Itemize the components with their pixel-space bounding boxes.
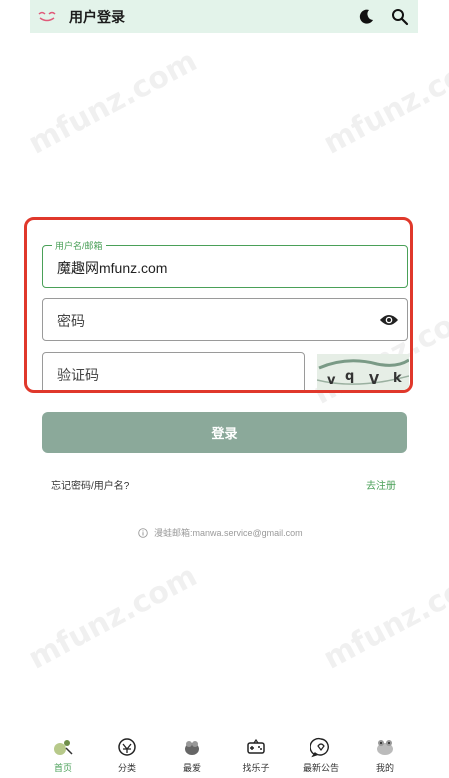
forgot-password-link[interactable]: 忘记密码/用户名? <box>51 477 129 492</box>
watermark: mfunz.com <box>22 558 203 677</box>
password-field[interactable]: 密码 <box>42 298 408 341</box>
favorite-icon <box>185 741 199 755</box>
info-icon <box>138 527 148 538</box>
captcha-field[interactable]: 验证码 <box>42 352 305 390</box>
nav-item-home[interactable]: 首页 <box>35 736 91 776</box>
nav-label-announcement: 最新公告 <box>302 763 339 773</box>
captcha-placeholder: 验证码 <box>57 367 99 383</box>
game-icon <box>247 738 265 754</box>
search-icon[interactable] <box>390 7 410 27</box>
nav-label-home: 首页 <box>53 763 72 773</box>
nav-label-profile: 我的 <box>375 763 394 773</box>
profile-icon <box>377 740 393 755</box>
announcement-icon <box>310 737 329 758</box>
username-label: 用户名/邮箱 <box>52 239 106 252</box>
username-value: 魔趣网mfunz.com <box>57 260 168 276</box>
contact-info: 漫蛙邮箱:manwa.service@gmail.com <box>138 526 303 539</box>
app-header: 用户登录 <box>30 0 418 33</box>
nav-item-profile[interactable]: 我的 <box>357 736 413 776</box>
watermark: mfunz.com <box>317 558 449 677</box>
page-title: 用户登录 <box>69 8 125 25</box>
nav-label-favorite: 最爱 <box>182 763 201 773</box>
login-button[interactable]: 登录 <box>42 412 407 453</box>
nav-item-favorite[interactable]: 最爱 <box>164 736 220 776</box>
register-link[interactable]: 去注册 <box>366 477 396 492</box>
contact-text: 漫蛙邮箱:manwa.service@gmail.com <box>154 528 303 538</box>
nav-label-game: 找乐子 <box>242 763 270 773</box>
nav-label-category: 分类 <box>117 763 136 773</box>
svg-text:k: k <box>393 371 402 386</box>
svg-text:q: q <box>345 369 354 384</box>
login-form-highlight: 用户名/邮箱 魔趣网mfunz.com 密码 验证码 v q V k <box>24 217 413 393</box>
captcha-image[interactable]: v q V k <box>317 354 409 390</box>
username-field[interactable]: 用户名/邮箱 魔趣网mfunz.com <box>42 239 408 288</box>
category-icon <box>118 738 136 756</box>
eye-icon[interactable] <box>379 313 399 327</box>
logo-icon <box>38 11 56 21</box>
nav-item-category[interactable]: 分类 <box>99 736 155 776</box>
svg-text:V: V <box>369 373 379 388</box>
moon-icon[interactable] <box>356 7 376 27</box>
password-placeholder: 密码 <box>57 313 85 329</box>
nav-item-game[interactable]: 找乐子 <box>228 736 284 776</box>
bottom-nav: 首页 分类 最爱 找乐子 最新公告 我的 <box>30 730 418 778</box>
watermark: mfunz.com <box>317 43 449 162</box>
nav-item-announcement[interactable]: 最新公告 <box>293 736 349 776</box>
svg-text:v: v <box>327 373 336 388</box>
watermark: mfunz.com <box>22 43 203 162</box>
home-icon <box>54 740 73 755</box>
